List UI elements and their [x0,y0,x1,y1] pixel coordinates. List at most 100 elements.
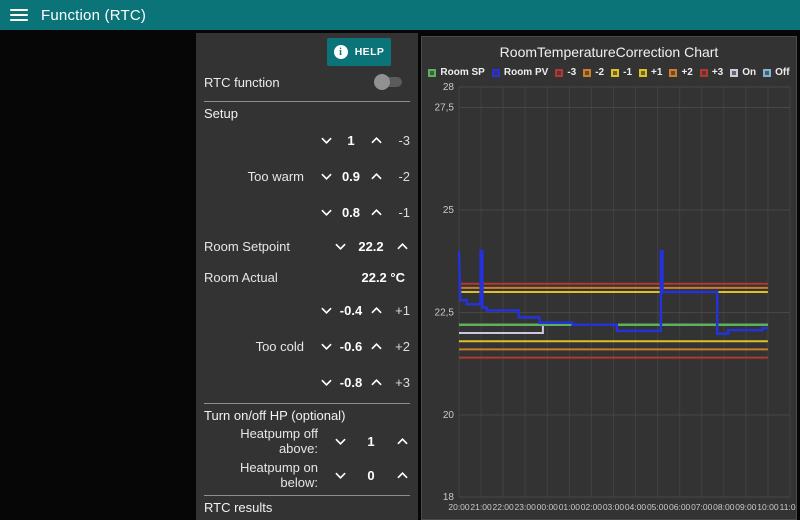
rtc-function-toggle[interactable] [374,74,402,90]
legend-item--3[interactable]: -3 [555,67,576,78]
room-setpoint-value: 22.2 [358,238,384,254]
x-axis-tick-label: 03:00 [603,502,625,512]
x-axis-tick-label: 10:00 [757,502,779,512]
too-cold-label: Too cold [255,338,304,354]
help-button-label: HELP [354,46,385,58]
room-actual-value: 22.2 °C [361,269,405,285]
help-row: i HELP [204,33,410,66]
legend-label: Room SP [440,67,485,78]
rtc-control-card: i HELP RTC function Setup 1 -3 Too warm … [196,33,418,520]
y-axis-tick-label: 22,5 [435,308,455,319]
x-axis-tick-label: 09:00 [735,502,757,512]
legend-item-+2[interactable]: +2 [669,67,693,78]
legend-swatch [730,68,739,77]
stepper-up-icon[interactable] [368,371,384,393]
chart-plot: 20:00 21:00 22:00 23:00 00:00 01:00 02:00 03:00… [435,82,797,512]
stepper-down-icon[interactable] [318,335,334,357]
stepper-down-icon[interactable] [332,235,348,257]
legend-swatch [428,68,437,77]
too-warm-row-3: 1 -3 [204,122,410,158]
too-cold-row-2: Too cold -0.6 +2 [204,328,410,364]
hp-off-above-row: Heatpump off above: 1 [204,424,410,458]
x-axis-tick-label: 23:00 [515,502,537,512]
divider [204,101,410,102]
legend-label: +3 [711,67,724,78]
legend-label: -3 [567,67,577,78]
stepper-up-icon[interactable] [368,335,384,357]
too-warm-label: Too warm [247,168,304,184]
legend-item-+1[interactable]: +1 [639,67,662,78]
legend-item-Off[interactable]: Off [763,67,790,78]
legend-swatch [491,68,500,77]
row-suffix: +3 [395,374,410,390]
legend-label: Room PV [503,67,549,78]
stepper-down-icon[interactable] [318,165,334,187]
room-setpoint-label: Room Setpoint [204,238,290,254]
legend-label: -2 [595,67,605,78]
legend-swatch [763,68,772,77]
legend-label: -1 [623,67,633,78]
hp-off-above-label: Heatpump off above: [240,426,318,456]
too-warm-1-value: 0.8 [341,204,361,220]
hp-on-below-row: Heatpump on below: 0 [204,458,410,492]
help-button[interactable]: i HELP [327,38,391,66]
divider [204,495,410,496]
stepper-up-icon[interactable] [368,129,384,151]
legend-label: On [742,67,757,78]
legend-item-On[interactable]: On [730,67,756,78]
y-axis-tick-label: 25 [443,205,455,216]
room-actual-row: Room Actual 22.2 °C [204,262,410,292]
row-suffix: -3 [398,132,410,148]
x-axis-tick-label: 06:00 [669,502,691,512]
stepper-up-icon[interactable] [394,235,410,257]
too-cold-row-3: -0.8 +3 [204,364,410,400]
stepper-up-icon[interactable] [368,201,384,223]
legend-swatch [699,68,708,77]
legend-item-Room PV[interactable]: Room PV [491,67,549,78]
legend-item-Room SP[interactable]: Room SP [428,67,485,78]
app-bar: Function (RTC) [0,0,800,30]
legend-swatch [583,68,592,77]
too-cold-2-value: -0.6 [339,338,363,354]
legend-label: +2 [681,67,693,78]
stepper-down-icon[interactable] [318,299,334,321]
stepper-down-icon[interactable] [318,371,334,393]
too-warm-row-2: Too warm 0.9 -2 [204,158,410,194]
x-axis-tick-label: 22:00 [492,502,514,512]
legend-item-+3[interactable]: +3 [699,67,724,78]
rtc-function-label: RTC function [204,74,280,90]
rtc-chart-card: 20:00 21:00 22:00 23:00 00:00 01:00 02:00 03:00… [421,36,797,520]
chart-title: RoomTemperatureCorrection Chart [499,44,719,60]
legend-swatch [611,68,620,77]
too-warm-row-1: 0.8 -1 [204,194,410,230]
too-warm-3-value: 1 [347,132,355,148]
x-axis-tick-label: 05:00 [647,502,669,512]
x-axis-tick-label: 08:00 [713,502,735,512]
stepper-up-icon[interactable] [368,165,384,187]
room-setpoint-row: Room Setpoint 22.2 [204,230,410,262]
x-axis-tick-label: 11:00 [780,502,797,512]
x-axis-tick-label: 20:00 [448,502,470,512]
legend-item--1[interactable]: -1 [611,67,632,78]
stepper-down-icon[interactable] [332,430,348,452]
too-cold-row-1: -0.4 +1 [204,292,410,328]
too-cold-3-value: -0.8 [339,374,363,390]
stepper-up-icon[interactable] [368,299,384,321]
menu-icon[interactable] [10,9,28,21]
stepper-down-icon[interactable] [318,201,334,223]
legend-swatch [639,68,648,77]
setup-heading: Setup [204,106,238,121]
x-axis-tick-label: 21:00 [470,502,492,512]
x-axis-tick-label: 07:00 [691,502,713,512]
legend-swatch [555,68,564,77]
stepper-down-icon[interactable] [318,129,334,151]
stepper-up-icon[interactable] [394,464,410,486]
legend-item--2[interactable]: -2 [583,67,604,78]
page-title: Function (RTC) [41,6,147,24]
stepper-down-icon[interactable] [332,464,348,486]
x-axis-tick-label: 02:00 [581,502,603,512]
stepper-up-icon[interactable] [394,430,410,452]
rtc-results-heading: RTC results [204,500,273,515]
too-cold-1-value: -0.4 [339,302,363,318]
chart-legend: Room SP Room PV -3 -2 -1 +1 +2 +3 On Off [422,67,796,78]
